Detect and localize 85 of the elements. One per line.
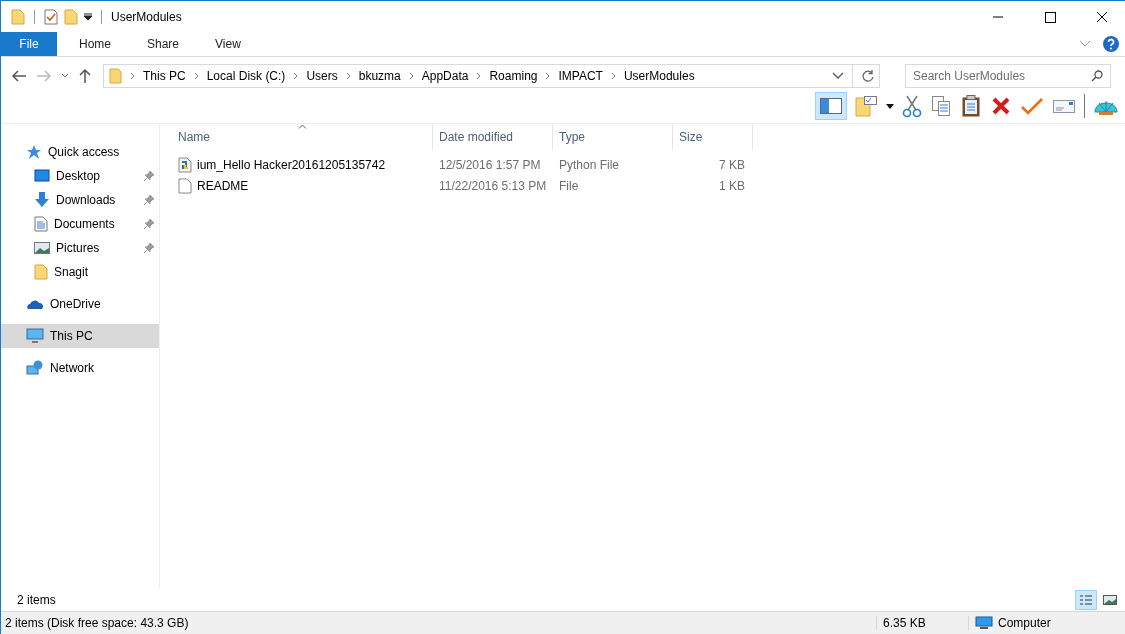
breadcrumb[interactable]: This PC [143,69,186,83]
size-cell-text: 1 KB [718,178,746,193]
dropdown-icon[interactable] [84,12,92,21]
column-header[interactable]: Name [172,124,433,150]
picture-icon [34,241,50,255]
status-location: Computer [968,616,1125,630]
type-cell-text: Python File [558,157,621,172]
folder-icon [109,68,122,84]
nav-item[interactable]: This PC [1,324,159,348]
breadcrumb[interactable]: Roaming [489,69,538,83]
chevron-right-icon[interactable] [345,72,351,80]
download-arrow-icon [34,192,50,208]
breadcrumb[interactable]: Users [306,69,338,83]
ribbon-tab[interactable]: Share [133,32,194,56]
chevron-right-icon[interactable] [193,72,199,80]
address-bar[interactable]: This PC Local Disk (C:) Users bkuzma AppData Roaming IMPACT UserModules [103,64,880,88]
file-icon [178,177,192,194]
checkmark-icon[interactable] [1020,95,1044,117]
chevron-right-icon[interactable] [293,72,299,80]
search-field[interactable]: Search UserModules [905,64,1111,88]
chevron-down-icon[interactable] [61,73,69,79]
status-size: 6.35 KB [876,616,968,630]
folder-options-icon[interactable] [854,94,878,118]
date-cell-text: 11/22/2016 5:13 PM [438,178,548,193]
nav-item[interactable]: Quick access [1,140,159,164]
document-icon [34,216,48,232]
column-header[interactable]: Size [673,124,753,150]
monitor-icon [975,616,993,630]
help-icon[interactable] [1103,36,1119,52]
column-header[interactable]: Type [553,124,673,150]
chevron-right-icon[interactable] [545,72,551,80]
pin-icon[interactable] [143,242,155,254]
column-header[interactable]: Date modified [433,124,553,150]
refresh-icon[interactable] [861,69,875,83]
desktop-icon [34,169,50,183]
properties-icon[interactable] [44,8,58,25]
window-title: UserModules [111,9,182,24]
pane-toggle-icon[interactable] [816,93,846,119]
folder-icon [34,264,48,280]
breadcrumb[interactable]: AppData [421,69,469,83]
chevron-right-icon[interactable] [130,72,135,80]
nav-item[interactable]: Downloads [1,188,159,212]
nav-item[interactable]: Documents [1,212,159,236]
ribbon-tab[interactable]: Home [65,32,125,56]
nav-item[interactable]: Snagit [1,260,159,284]
star-icon [26,144,42,160]
copy-icon[interactable] [930,94,952,118]
chevron-down-icon[interactable] [832,72,844,80]
file-name[interactable]: README [172,177,433,194]
search-icon[interactable] [1091,70,1103,82]
status-text: 2 items (Disk free space: 43.3 GB) [4,616,190,630]
back-arrow-icon[interactable] [11,69,27,83]
nav-item[interactable]: Pictures [1,236,159,260]
delete-x-icon[interactable] [990,95,1012,117]
picture-icon [1103,594,1117,606]
pin-icon[interactable] [143,170,155,182]
up-arrow-icon[interactable] [78,68,92,84]
breadcrumb[interactable]: Local Disk (C:) [206,69,286,83]
chevron-right-icon[interactable] [610,72,616,80]
monitor-icon [26,328,44,344]
clipboard-icon[interactable] [960,94,982,118]
breadcrumb[interactable]: IMPACT [558,69,603,83]
breadcrumb[interactable]: UserModules [623,69,695,83]
item-count: 2 items [17,593,56,607]
network-icon [26,360,44,376]
date-cell-text: 12/5/2016 1:57 PM [438,157,542,172]
details-list-icon [1079,594,1093,606]
python-file-icon [178,156,192,173]
nav-item[interactable]: Desktop [1,164,159,188]
caret-icon[interactable] [886,103,894,109]
sort-caret-icon [298,124,307,129]
cloud-icon [26,298,44,310]
chevron-right-icon[interactable] [476,72,482,80]
pin-icon[interactable] [143,218,155,230]
type-cell-text: File [558,178,580,193]
size-cell-text: 7 KB [718,157,746,172]
breadcrumb[interactable]: bkuzma [358,69,401,83]
ribbon-tab[interactable]: View [201,32,255,56]
ribbon-tab[interactable]: File [1,32,57,56]
nav-item[interactable]: OneDrive [1,292,159,316]
chevron-right-icon[interactable] [408,72,414,80]
scissors-icon[interactable] [902,94,922,118]
pin-icon[interactable] [143,194,155,206]
file-name[interactable]: ium_Hello Hacker20161205135742 [172,156,433,173]
nav-item[interactable]: Network [1,356,159,380]
